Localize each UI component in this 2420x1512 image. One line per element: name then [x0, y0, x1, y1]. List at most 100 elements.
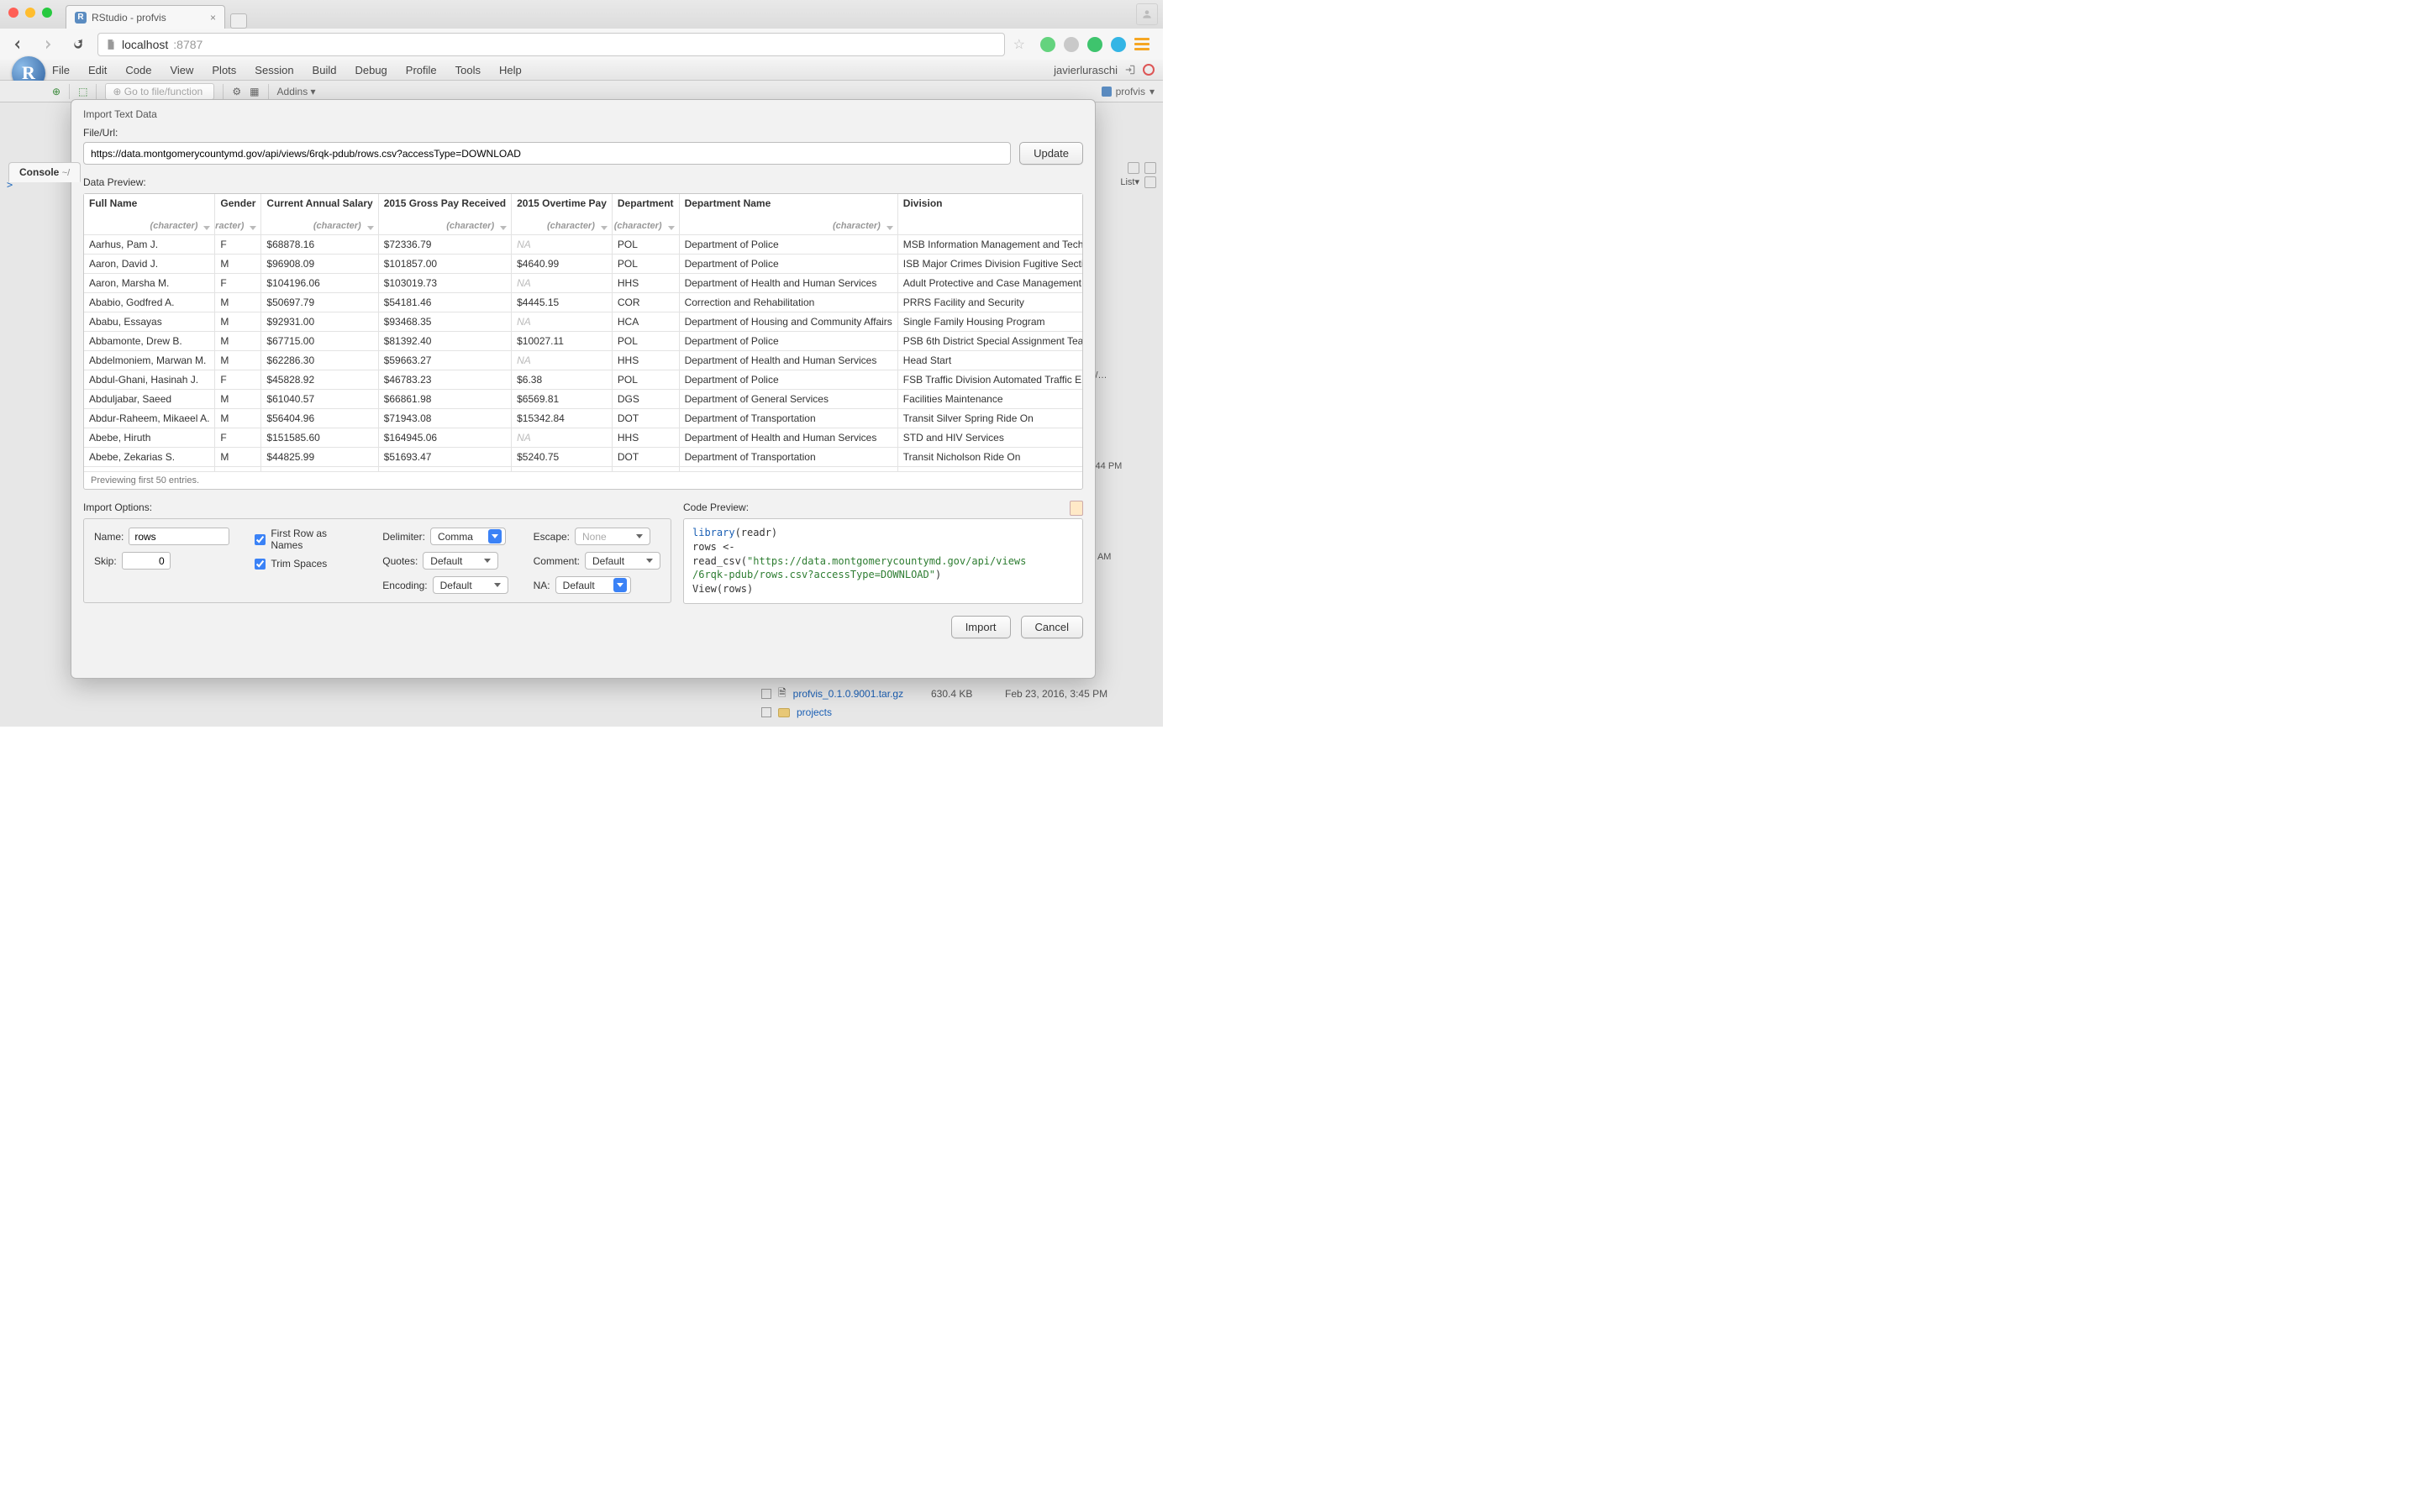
menu-plots[interactable]: Plots — [212, 64, 236, 76]
menu-debug[interactable]: Debug — [355, 64, 387, 76]
console-tab[interactable]: Console ~/ — [8, 162, 81, 182]
maximize-window-icon[interactable] — [42, 8, 52, 18]
table-cell: $44825.99 — [261, 447, 378, 466]
extension-icon-3[interactable] — [1087, 37, 1102, 52]
table-cell: HHS — [612, 350, 679, 370]
table-cell: POL — [612, 370, 679, 389]
column-header[interactable]: Gender(character) — [215, 194, 261, 234]
close-window-icon[interactable] — [8, 8, 18, 18]
rstudio-favicon-icon: R — [75, 12, 87, 24]
close-tab-icon[interactable]: × — [210, 12, 216, 24]
column-header[interactable]: Full Name(character) — [84, 194, 215, 234]
import-options: Name: Skip: First Row as Names Trim Spac… — [83, 518, 671, 603]
power-icon[interactable] — [1143, 64, 1155, 76]
addins-menu[interactable]: Addins ▾ — [277, 86, 316, 97]
table-cell: Transit Silver Spring Ride On — [897, 408, 1082, 428]
address-bar[interactable]: localhost:8787 — [97, 33, 1005, 56]
column-header[interactable]: Current Annual Salary(character) — [261, 194, 378, 234]
signout-icon[interactable] — [1124, 64, 1136, 76]
table-cell: Abdelmoniem, Marwan M. — [84, 350, 215, 370]
trim-spaces-checkbox[interactable]: Trim Spaces — [255, 558, 357, 570]
menu-session[interactable]: Session — [255, 64, 293, 76]
menu-tools[interactable]: Tools — [455, 64, 481, 76]
comment-label: Comment: — [534, 555, 580, 567]
extension-icon-1[interactable] — [1040, 37, 1055, 52]
table-cell: $72336.79 — [378, 234, 511, 254]
menu-edit[interactable]: Edit — [88, 64, 107, 76]
column-header[interactable]: Division(character) — [897, 194, 1082, 234]
table-cell: $71943.08 — [378, 408, 511, 428]
forward-button[interactable] — [37, 34, 59, 55]
quotes-label: Quotes: — [382, 555, 418, 567]
skip-input[interactable] — [122, 552, 171, 570]
project-selector[interactable]: profvis ▾ — [1102, 86, 1155, 97]
file-url-input[interactable] — [83, 142, 1011, 165]
table-cell: M — [215, 447, 261, 466]
checkbox[interactable] — [761, 689, 771, 699]
column-header[interactable]: Department Name(character) — [679, 194, 897, 234]
extensions — [1034, 37, 1156, 52]
table-cell: POL — [612, 254, 679, 273]
table-cell: $81392.40 — [378, 331, 511, 350]
cancel-button[interactable]: Cancel — [1021, 616, 1083, 638]
extension-icon-4[interactable] — [1111, 37, 1126, 52]
skip-label: Skip: — [94, 555, 117, 567]
file-row[interactable]: 🗎 profvis_0.1.0.9001.tar.gz 630.4 KB Feb… — [761, 685, 1156, 703]
file-name[interactable]: profvis_0.1.0.9001.tar.gz — [793, 688, 903, 700]
project-name: profvis — [1116, 86, 1145, 97]
menu-view[interactable]: View — [170, 64, 193, 76]
minimize-window-icon[interactable] — [25, 8, 35, 18]
pane-max-icon[interactable] — [1144, 162, 1156, 174]
browser-tab[interactable]: R RStudio - profvis × — [66, 5, 225, 29]
code-preview[interactable]: library(readr) rows <- read_csv("https:/… — [683, 518, 1083, 604]
table-cell: Head Start — [897, 350, 1082, 370]
back-button[interactable] — [7, 34, 29, 55]
column-header[interactable]: Department(character) — [612, 194, 679, 234]
table-cell: $56404.96 — [261, 408, 378, 428]
table-cell: $93468.35 — [378, 312, 511, 331]
menu-help[interactable]: Help — [499, 64, 522, 76]
import-button[interactable]: Import — [951, 616, 1011, 638]
file-name[interactable]: projects — [797, 706, 832, 718]
bookmark-icon[interactable]: ☆ — [1013, 36, 1025, 53]
new-tab-button[interactable] — [230, 13, 247, 29]
quotes-select[interactable]: Default — [423, 552, 498, 570]
list-toggle[interactable]: List▾ — [1120, 176, 1139, 188]
table-row: Aarhus, Pam J.F$68878.16$72336.79NAPOLDe… — [84, 234, 1082, 254]
data-preview-table: Full Name(character)Gender(character)Cur… — [83, 193, 1083, 490]
clipboard-icon[interactable] — [1070, 501, 1083, 516]
checkbox[interactable] — [761, 707, 771, 717]
pane-min-icon[interactable] — [1128, 162, 1139, 174]
column-header[interactable]: 2015 Overtime Pay(character) — [512, 194, 613, 234]
table-cell: F — [215, 370, 261, 389]
menu-code[interactable]: Code — [125, 64, 151, 76]
update-button[interactable]: Update — [1019, 142, 1083, 165]
menu-file[interactable]: File — [52, 64, 70, 76]
encoding-select[interactable]: Default — [433, 576, 508, 594]
extension-icon-2[interactable] — [1064, 37, 1079, 52]
chrome-menu-icon[interactable] — [1134, 38, 1150, 50]
window-controls[interactable] — [8, 8, 52, 18]
first-row-checkbox[interactable]: First Row as Names — [255, 528, 357, 551]
table-cell: $59663.27 — [378, 350, 511, 370]
comment-select[interactable]: Default — [585, 552, 660, 570]
file-row[interactable]: projects — [761, 703, 1156, 722]
import-options-label: Import Options: — [83, 501, 152, 513]
name-input[interactable] — [129, 528, 229, 545]
refresh-icon[interactable] — [1144, 176, 1156, 188]
data-preview-label: Data Preview: — [83, 176, 1083, 188]
delimiter-select[interactable]: Comma — [430, 528, 506, 545]
column-header[interactable]: 2015 Gross Pay Received(character) — [378, 194, 511, 234]
reload-button[interactable] — [67, 34, 89, 55]
url-host: localhost — [122, 38, 168, 51]
menu-profile[interactable]: Profile — [406, 64, 437, 76]
import-text-data-dialog: Import Text Data File/Url: Update Data P… — [71, 99, 1096, 679]
table-cell: Department of Police — [679, 370, 897, 389]
chrome-profile-icon[interactable] — [1136, 3, 1158, 25]
na-select[interactable]: Default — [555, 576, 631, 594]
menu-build[interactable]: Build — [313, 64, 337, 76]
escape-select[interactable]: None — [575, 528, 650, 545]
table-cell: M — [215, 389, 261, 408]
go-to-file-input[interactable]: ⊕ Go to file/function — [105, 83, 214, 100]
table-cell: F — [215, 428, 261, 447]
